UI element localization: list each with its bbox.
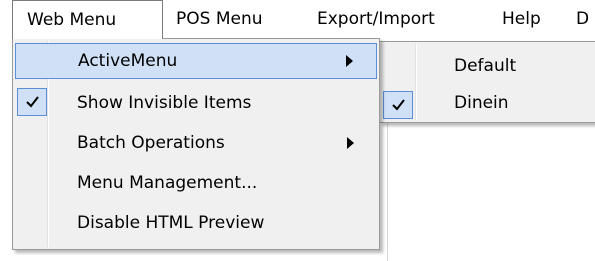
background-area bbox=[383, 122, 595, 261]
menu-item-menu-management[interactable]: Menu Management... bbox=[15, 163, 377, 203]
menu-bar: Web Menu POS Menu Export/Import Help D bbox=[0, 0, 595, 39]
menubar-help[interactable]: Help bbox=[496, 0, 541, 38]
menubar-export-import-label: Export/Import bbox=[317, 9, 435, 29]
menu-item-active-menu[interactable]: ActiveMenu bbox=[15, 43, 377, 79]
menubar-export-import[interactable]: Export/Import bbox=[303, 0, 435, 38]
menu-item-show-invisible-items-label: Show Invisible Items bbox=[77, 93, 252, 113]
menu-item-menu-management-label: Menu Management... bbox=[77, 173, 258, 193]
submenu-item-dinein-label: Dinein bbox=[454, 93, 509, 113]
web-menu-dropdown: ActiveMenu Show Invisible Items Batch Op… bbox=[12, 38, 380, 250]
menu-item-active-menu-label: ActiveMenu bbox=[78, 51, 178, 71]
menu-item-disable-html-preview[interactable]: Disable HTML Preview bbox=[15, 203, 377, 243]
submenu-item-default[interactable]: Default bbox=[382, 48, 595, 85]
check-icon bbox=[17, 88, 47, 116]
menubar-next-item-label: D bbox=[576, 9, 590, 29]
submenu-item-default-label: Default bbox=[454, 56, 517, 76]
menubar-pos-menu[interactable]: POS Menu bbox=[163, 0, 263, 38]
menubar-web-menu[interactable]: Web Menu bbox=[12, 0, 163, 39]
menubar-help-label: Help bbox=[502, 9, 541, 29]
menu-item-show-invisible-items[interactable]: Show Invisible Items bbox=[15, 83, 377, 123]
menubar-web-menu-label: Web Menu bbox=[27, 10, 117, 30]
menu-item-disable-html-preview-label: Disable HTML Preview bbox=[77, 213, 265, 233]
divider bbox=[387, 122, 388, 261]
menu-item-batch-operations[interactable]: Batch Operations bbox=[15, 123, 377, 163]
submenu-arrow-icon bbox=[347, 123, 355, 163]
menu-item-batch-operations-label: Batch Operations bbox=[77, 133, 225, 153]
check-icon bbox=[383, 91, 413, 119]
submenu-item-dinein[interactable]: Dinein bbox=[382, 85, 595, 122]
active-menu-submenu: Default Dinein bbox=[379, 41, 595, 123]
submenu-arrow-icon bbox=[346, 44, 354, 78]
menubar-pos-menu-label: POS Menu bbox=[176, 9, 263, 29]
menubar-next-item[interactable]: D bbox=[576, 0, 595, 38]
